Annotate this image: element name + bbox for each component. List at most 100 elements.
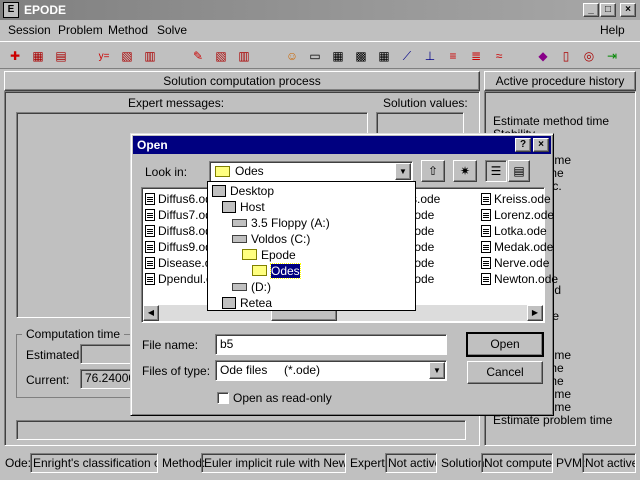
file-name: Kreiss.ode — [494, 192, 551, 206]
details-view-icon[interactable]: ▤ — [508, 160, 530, 182]
method-edit-icon[interactable]: ▧ — [210, 45, 232, 67]
file-item[interactable]: Kreiss.ode — [481, 191, 551, 207]
look-in-dropdown-arrow[interactable]: ▼ — [395, 163, 411, 180]
look-in-option[interactable]: (D:) — [232, 279, 271, 295]
window-titlebar: E EPODE _ □ × — [0, 0, 640, 20]
problem-list-icon[interactable]: ▥ — [139, 45, 161, 67]
look-in-option[interactable]: 3.5 Floppy (A:) — [232, 215, 330, 231]
bars-chart-icon[interactable]: ≣ — [465, 45, 487, 67]
new-folder-icon[interactable]: ✷ — [453, 160, 477, 182]
app-icon[interactable]: E — [3, 2, 19, 18]
file-name: Newton.ode — [494, 272, 559, 286]
scroll-right-arrow[interactable]: ▶ — [527, 305, 543, 321]
up-folder-icon[interactable]: ⇧ — [421, 160, 445, 182]
file-icon — [145, 273, 155, 285]
file-item[interactable]: Lorenz.ode — [481, 207, 554, 223]
dialog-title: Open — [137, 138, 168, 152]
window-title: EPODE — [24, 3, 67, 17]
target-icon[interactable]: ◎ — [578, 45, 600, 67]
look-in-option-label: 3.5 Floppy (A:) — [251, 216, 330, 230]
file-item[interactable]: Lotka.ode — [481, 223, 547, 239]
menu-method[interactable]: Method — [108, 23, 148, 37]
status-pvm-value: Not active — [582, 453, 636, 473]
look-in-option[interactable]: Retea — [222, 295, 272, 311]
scroll-left-arrow[interactable]: ◀ — [143, 305, 159, 321]
file-item[interactable]: Newton.ode — [481, 271, 558, 287]
open-problem-icon[interactable]: ▦ — [27, 45, 49, 67]
table-icon[interactable]: ▦ — [327, 45, 349, 67]
book-icon[interactable]: ▯ — [555, 45, 577, 67]
look-in-option-label: Odes — [270, 263, 301, 279]
file-icon — [145, 225, 155, 237]
menu-help[interactable]: Help — [600, 23, 625, 37]
axes-chart-icon[interactable]: ⊥ — [419, 45, 441, 67]
list-view-icon[interactable]: ☰ — [485, 160, 507, 182]
equation-icon[interactable]: y= — [93, 45, 115, 67]
status-ode-label: Ode: — [5, 456, 32, 470]
method-save-icon[interactable]: ▥ — [233, 45, 255, 67]
save-problem-icon[interactable]: ▤ — [50, 45, 72, 67]
host-computer-icon — [222, 201, 236, 213]
left-panel-header: Solution computation process — [4, 71, 480, 91]
read-only-label[interactable]: Open as read-only — [233, 391, 332, 405]
menu-solve[interactable]: Solve — [157, 23, 187, 37]
read-only-checkbox[interactable] — [217, 392, 229, 404]
look-in-option[interactable]: Voldos (C:) — [232, 231, 310, 247]
file-name: Nerve.ode — [494, 256, 550, 270]
look-in-combo[interactable]: Odes ▼ — [209, 161, 413, 182]
look-in-option-label: Retea — [240, 296, 273, 310]
look-in-option[interactable]: Desktop — [212, 183, 274, 199]
dialog-help-button[interactable]: ? — [515, 138, 531, 152]
status-pvm-label: PVM: — [556, 456, 586, 470]
folder-icon — [215, 166, 230, 177]
current-label: Current: — [26, 373, 70, 387]
look-in-option-label: (D:) — [251, 280, 271, 294]
edit-problem-icon[interactable]: ▧ — [116, 45, 138, 67]
estimated-field — [80, 344, 132, 364]
look-in-option[interactable]: Host — [222, 199, 265, 215]
file-icon — [145, 193, 155, 205]
computation-time-label: Computation time — [22, 327, 125, 341]
file-item[interactable]: Medak.ode — [481, 239, 553, 255]
right-panel-header-text: Active procedure history — [495, 74, 625, 88]
method-pen-icon[interactable]: ✎ — [187, 45, 209, 67]
spreadsheet-icon[interactable]: ▦ — [373, 45, 395, 67]
dialog-close-button[interactable]: × — [533, 138, 549, 152]
look-in-option[interactable]: Epode — [242, 247, 296, 263]
grid-icon[interactable]: ▩ — [350, 45, 372, 67]
look-in-option-label: Epode — [261, 248, 296, 262]
dialog-titlebar: Open ? × — [133, 136, 551, 154]
computer-icon[interactable]: ▭ — [304, 45, 326, 67]
close-button[interactable]: × — [620, 3, 636, 17]
menu-problem[interactable]: Problem — [58, 23, 103, 37]
files-of-type-dropdown-arrow[interactable]: ▼ — [429, 362, 445, 379]
wave-chart-icon[interactable]: ≈ — [488, 45, 510, 67]
network-icon — [222, 297, 236, 309]
look-in-option-label: Desktop — [230, 184, 275, 198]
lines-chart-icon[interactable]: ≡ — [442, 45, 464, 67]
file-icon — [145, 241, 155, 253]
cancel-button[interactable]: Cancel — [467, 361, 543, 384]
estimated-label: Estimated: — [26, 348, 83, 362]
info-diamond-icon[interactable]: ◆ — [532, 45, 554, 67]
right-panel-header: Active procedure history — [484, 71, 636, 91]
file-name: Medak.ode — [494, 240, 554, 254]
status-method-value: Euler implicit rule with Newton — [201, 453, 346, 473]
file-item[interactable]: Nerve.ode — [481, 255, 549, 271]
expert-person-icon[interactable]: ☺ — [281, 45, 303, 67]
maximize-button[interactable]: □ — [600, 3, 616, 17]
new-problem-icon[interactable]: ✚ — [4, 45, 26, 67]
look-in-option[interactable]: Odes — [252, 263, 301, 279]
open-button[interactable]: Open — [466, 332, 544, 357]
file-name-input[interactable]: b5 — [215, 334, 447, 355]
files-of-type-combo[interactable]: Ode files (*.ode) ▼ — [215, 360, 447, 381]
files-of-type-label: Files of type: — [142, 364, 211, 378]
open-folder-icon — [252, 265, 267, 276]
file-icon — [481, 273, 491, 285]
exit-door-icon[interactable]: ⇥ — [601, 45, 623, 67]
file-name: Lotka.ode — [494, 224, 547, 238]
line-chart-icon[interactable]: ⟋ — [396, 45, 418, 67]
file-icon — [481, 241, 491, 253]
minimize-button[interactable]: _ — [583, 3, 599, 17]
menu-session[interactable]: Session — [8, 23, 51, 37]
